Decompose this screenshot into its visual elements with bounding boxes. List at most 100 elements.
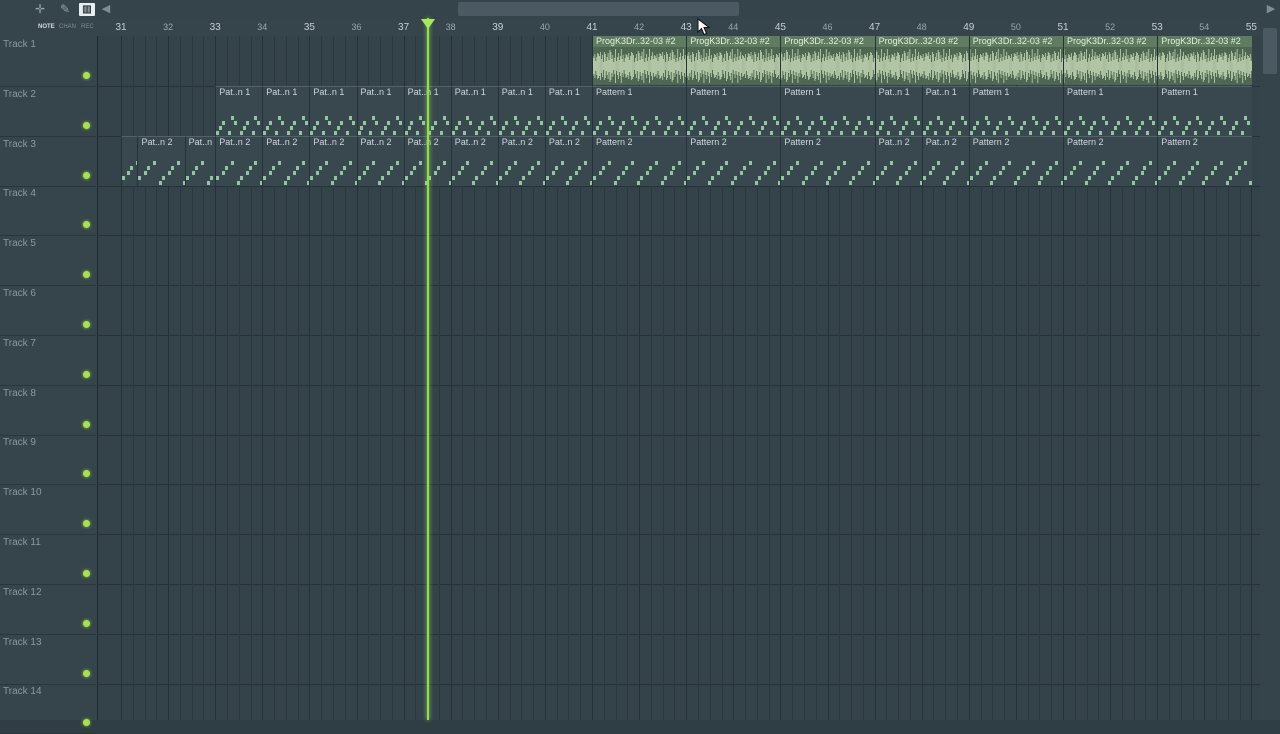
track-header[interactable]: Track 3 [0,136,96,187]
note-block [316,120,320,125]
horizontal-scrollbar[interactable]: ◀ ▶ [97,0,1280,18]
audio-clip[interactable]: ProgK3Dr..32-03 #2 [874,36,970,85]
track-header[interactable]: Track 2 [0,86,96,137]
track-mute-led-icon[interactable] [83,719,90,727]
track-header[interactable]: Track 8 [0,385,96,436]
pattern-clip[interactable]: Pat..n 1 [544,85,593,136]
pattern-clip[interactable]: Pattern 1 [1063,85,1159,136]
track-mute-led-icon[interactable] [83,121,90,129]
pattern-clip[interactable]: Pat..n 2 [450,135,499,186]
scroll-right-icon[interactable]: ▶ [1262,0,1280,18]
audio-clip[interactable]: ProgK3Dr..32-03 #2 [1157,36,1253,85]
pattern-clip[interactable]: Pat..n 2 [309,135,358,186]
note-block [328,120,332,125]
note-block [1172,115,1176,120]
piano-roll-icon[interactable]: ▥ [79,3,95,16]
pattern-clip[interactable]: Pat..n 1 [921,85,970,136]
pattern-clip[interactable]: Pattern 2 [592,135,688,186]
track-header[interactable]: Track 11 [0,534,96,585]
note-block [275,130,279,135]
pattern-clip[interactable]: Pattern 2 [686,135,782,186]
note-block [1002,165,1006,170]
add-snap-icon[interactable]: ✛ [32,3,48,16]
mode-chan[interactable]: CHAN [59,24,76,30]
note-block [772,115,776,120]
pattern-clip[interactable]: Pattern 2 [968,135,1064,186]
track-header[interactable]: Track 9 [0,434,96,486]
note-block [147,165,151,170]
track-mute-led-icon[interactable] [83,669,90,677]
pattern-clip[interactable]: Pat..n 1 [874,85,923,136]
pattern-clip[interactable]: Pat..n 2 [184,135,217,186]
track-header[interactable]: Track 12 [0,584,96,635]
audio-clip[interactable]: ProgK3Dr..32-03 #2 [592,36,688,85]
pencil-icon[interactable]: ✎ [57,3,73,16]
track-header[interactable]: Track 10 [0,484,96,536]
track-mute-led-icon[interactable] [83,72,90,79]
track-header[interactable]: Track 6 [0,285,96,336]
note-block [551,120,555,125]
note-block [122,175,125,180]
pattern-clip[interactable]: Pattern 1 [592,85,688,136]
note-block [330,180,334,185]
track-mute-led-icon[interactable] [83,570,90,577]
note-block [1205,175,1209,180]
track-mute-led-icon[interactable] [83,271,90,279]
track-mute-led-icon[interactable] [83,221,90,229]
track-mute-led-icon[interactable] [83,520,90,528]
mode-note[interactable]: NOTE [38,24,55,30]
pattern-clip[interactable]: Pat..n 2 [137,135,186,186]
pattern-clip[interactable]: Pattern 1 [780,85,876,136]
mode-rec[interactable]: REC [81,24,94,30]
pattern-clip[interactable]: Pattern 2 [780,135,876,186]
note-block [955,165,959,170]
track-header[interactable]: Track 14 [0,683,96,734]
timeline-ruler[interactable]: 31 32 33 34 35 36 37 38 39 40 41 42 43 44 45 46 47 48 49 50… [97,18,1280,36]
track-header[interactable]: Track 5 [0,235,96,287]
note-block [504,120,508,125]
track-mute-led-icon[interactable] [83,321,90,328]
pattern-clip[interactable] [121,135,139,186]
audio-clip[interactable]: ProgK3Dr..32-03 #2 [686,36,782,85]
track-header[interactable]: Track 13 [0,634,96,685]
scroll-thumb[interactable] [458,2,739,16]
track-mute-led-icon[interactable] [83,470,90,478]
pattern-clip[interactable]: Pat..n 2 [497,135,546,186]
pattern-clip[interactable]: Pattern 2 [1063,135,1159,186]
audio-clip[interactable]: ProgK3Dr..32-03 #2 [780,36,876,85]
pattern-clip[interactable]: Pat..n 2 [874,135,923,186]
playhead-marker-icon[interactable] [421,19,435,29]
pattern-clip[interactable]: Pat..n 1 [450,85,499,136]
pattern-clip[interactable]: Pat..n 1 [309,85,358,136]
note-block [372,115,376,120]
pattern-clip[interactable]: Pat..n 1 [356,85,405,136]
pattern-clip[interactable]: Pat..n 1 [262,85,311,136]
track-mute-led-icon[interactable] [83,420,90,428]
track-header[interactable]: Track 4 [0,185,96,237]
pattern-clip[interactable]: Pat..n 2 [544,135,593,186]
pattern-clip[interactable]: Pattern 1 [686,85,782,136]
track-header[interactable]: Track 7 [0,335,96,386]
scroll-left-icon[interactable]: ◀ [97,0,115,18]
pattern-clip[interactable]: Pattern 2 [1157,135,1253,186]
track-mute-led-icon[interactable] [83,171,90,179]
track-mute-led-icon[interactable] [83,370,90,378]
playlist-grid[interactable]: Pat..n 1 Pat..n 1 Pat..n 1 Pat..n 1 Pat..n 1… [98,36,1260,720]
pattern-clip[interactable]: Pat..n 1 [497,85,546,136]
pattern-clip[interactable]: Pat..n 2 [921,135,970,186]
track-header[interactable]: Track 1 [0,36,96,87]
pattern-clip[interactable]: Pattern 1 [1157,85,1253,136]
note-block [640,130,644,135]
playhead-line[interactable] [427,18,429,720]
track-mute-led-icon[interactable] [83,619,90,627]
pattern-clip[interactable]: Pat..n 2 [215,135,264,186]
pattern-clip[interactable]: Pat..n 1 [215,85,264,136]
audio-clip[interactable]: ProgK3Dr..32-03 #2 [1063,36,1159,85]
pattern-clip[interactable]: Pat..n 2 [356,135,405,186]
vertical-scroll-thumb[interactable] [1263,28,1277,74]
vertical-scrollbar[interactable] [1260,18,1280,720]
audio-clip[interactable]: ProgK3Dr..32-03 #2 [968,36,1064,85]
pattern-clip[interactable]: Pattern 1 [968,85,1064,136]
note-block [840,130,844,135]
pattern-clip[interactable]: Pat..n 2 [262,135,311,186]
